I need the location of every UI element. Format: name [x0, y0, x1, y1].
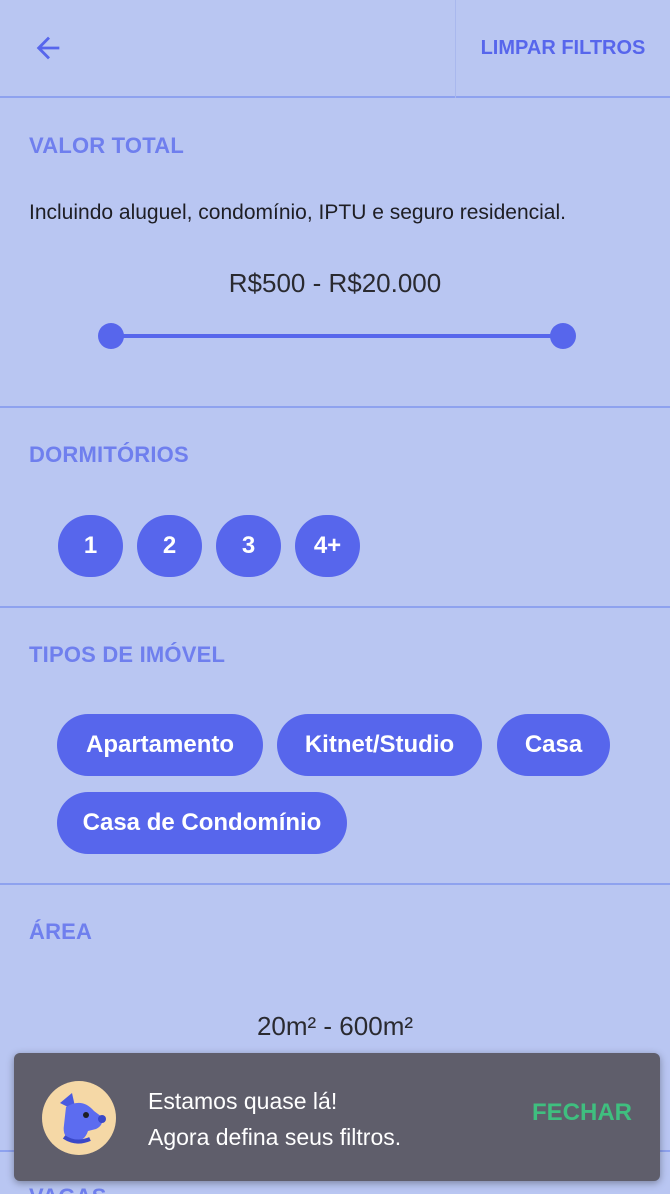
section-divider	[0, 883, 670, 885]
dormitorio-option-2[interactable]: 2	[137, 515, 202, 577]
valor-total-slider[interactable]	[98, 323, 576, 349]
tipos-title: TIPOS DE IMÓVEL	[29, 642, 226, 667]
onboarding-toast: Estamos quase lá! Agora defina seus filt…	[14, 1053, 660, 1181]
back-button[interactable]	[28, 28, 68, 68]
slider-max-thumb[interactable]	[550, 323, 576, 349]
clear-filters-button[interactable]: LIMPAR FILTROS	[456, 0, 670, 96]
tipo-kitnet-studio-chip[interactable]: Kitnet/Studio	[277, 714, 482, 776]
tipo-casa-chip[interactable]: Casa	[497, 714, 610, 776]
vagas-title: VAGAS	[29, 1184, 107, 1194]
section-divider	[0, 406, 670, 408]
dormitorios-title: DORMITÓRIOS	[29, 442, 189, 467]
tipo-apartamento-chip[interactable]: Apartamento	[57, 714, 263, 776]
toast-line-1: Estamos quase lá!	[148, 1088, 338, 1114]
toast-close-button[interactable]: FECHAR	[532, 1099, 632, 1127]
area-range-label: 20m² - 600m²	[256, 1011, 414, 1041]
slider-track	[111, 334, 563, 338]
valor-total-title: VALOR TOTAL	[29, 133, 184, 158]
valor-total-range-label: R$500 - R$20.000	[228, 268, 442, 298]
slider-min-thumb[interactable]	[98, 323, 124, 349]
dormitorio-option-1[interactable]: 1	[58, 515, 123, 577]
valor-total-description: Incluindo aluguel, condomínio, IPTU e se…	[29, 201, 566, 224]
arrow-left-icon	[36, 36, 60, 60]
dog-mascot-icon	[42, 1081, 116, 1155]
dormitorio-option-3[interactable]: 3	[216, 515, 281, 577]
toast-line-2: Agora defina seus filtros.	[148, 1124, 402, 1150]
area-title: ÁREA	[29, 919, 93, 944]
top-bar: LIMPAR FILTROS	[0, 0, 670, 98]
dormitorio-option-4plus[interactable]: 4+	[295, 515, 360, 577]
toast-message: Estamos quase lá! Agora defina seus filt…	[148, 1083, 401, 1155]
section-divider	[0, 606, 670, 608]
tipo-casa-condominio-chip[interactable]: Casa de Condomínio	[57, 792, 347, 854]
